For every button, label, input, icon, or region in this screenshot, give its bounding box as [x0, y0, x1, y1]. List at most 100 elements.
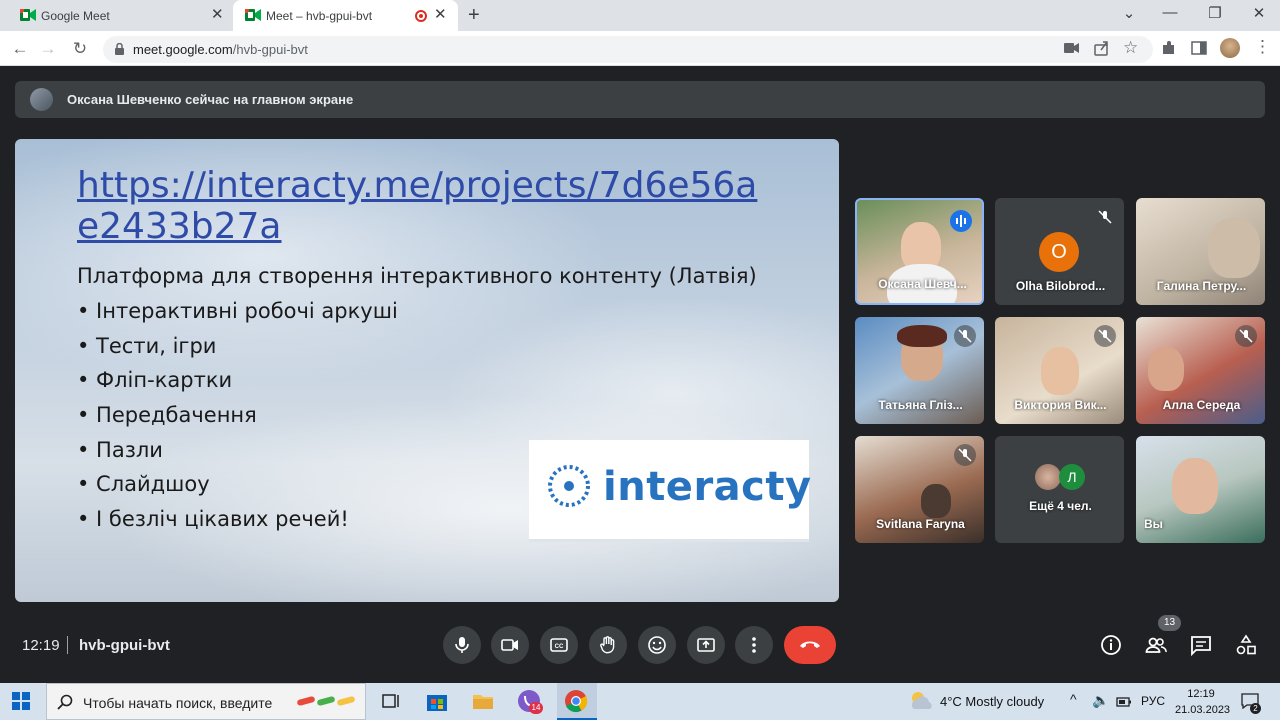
search-input: Чтобы начать поиск, введите: [83, 695, 273, 711]
close-window-icon[interactable]: ✕: [1247, 4, 1271, 22]
more-vert-icon: [752, 637, 756, 653]
participant-video: [1172, 458, 1218, 514]
new-tab-icon[interactable]: +: [468, 4, 480, 27]
weather-cloud-icon[interactable]: [908, 689, 936, 713]
participant-name: Татьяна Гліз...: [878, 398, 963, 412]
url-path: /hvb-gpui-bvt: [232, 42, 308, 57]
muted-mic-icon: [954, 325, 976, 347]
slide-bullet: • Пазли: [77, 438, 163, 462]
speaking-indicator-icon: [950, 210, 972, 232]
captions-button[interactable]: CC: [540, 626, 578, 664]
people-count-badge: 13: [1158, 615, 1181, 631]
url-host: meet.google.com: [133, 42, 233, 57]
side-panel-icon[interactable]: [1191, 40, 1207, 56]
captions-icon: CC: [550, 638, 568, 652]
slide-bullet: • І безліч цікавих речей!: [77, 507, 349, 531]
participant-tile[interactable]: O Olha Bilobrod...: [995, 198, 1124, 305]
participant-name: Ещё 4 чел.: [1029, 499, 1092, 513]
participant-name: Галина Петру...: [1156, 279, 1247, 293]
back-icon[interactable]: ←: [10, 40, 30, 58]
tab-meet-call[interactable]: Meet – hvb-gpui-bvt ✕: [233, 0, 458, 31]
participant-name: Olha Bilobrod...: [1015, 279, 1106, 293]
avatar: [30, 88, 53, 111]
participant-video: [1041, 347, 1079, 395]
chrome-icon[interactable]: [564, 689, 588, 713]
profile-avatar[interactable]: [1220, 38, 1240, 58]
taskbar-search[interactable]: Чтобы начать поиск, введите: [46, 683, 366, 720]
presentation-stage[interactable]: https://interacty.me/projects/7d6e56ae24…: [15, 139, 839, 602]
muted-mic-icon: [954, 444, 976, 466]
system-clock[interactable]: 12:19 21.03.2023: [1175, 686, 1230, 718]
present-button[interactable]: [687, 626, 725, 664]
leave-call-button[interactable]: [784, 626, 836, 664]
more-participants-tile[interactable]: Л Ещё 4 чел.: [995, 436, 1124, 543]
muted-mic-icon: [1235, 325, 1257, 347]
participant-tile[interactable]: Svitlana Faryna: [855, 436, 984, 543]
close-tab-icon[interactable]: ✕: [211, 7, 224, 23]
meeting-code: hvb-gpui-bvt: [79, 637, 170, 654]
raise-hand-button[interactable]: [589, 626, 627, 664]
participant-video: [1208, 218, 1260, 278]
share-icon[interactable]: [1094, 40, 1110, 56]
menu-kebab-icon[interactable]: ⋮: [1254, 37, 1271, 57]
tray-chevron-icon[interactable]: ^: [1070, 691, 1077, 707]
participant-tile[interactable]: Алла Середа: [1136, 317, 1265, 424]
windows-start-icon[interactable]: [12, 692, 30, 710]
slide-bullet: • Тести, ігри: [77, 334, 217, 358]
clock-time: 12:19: [1187, 688, 1215, 700]
battery-icon[interactable]: [1116, 695, 1132, 709]
address-bar[interactable]: meet.google.com/hvb-gpui-bvt: [103, 36, 1153, 63]
extensions-icon[interactable]: [1161, 40, 1177, 56]
people-icon[interactable]: [1145, 634, 1167, 656]
present-screen-icon: [697, 638, 715, 652]
reload-icon[interactable]: ↻: [70, 40, 90, 58]
file-explorer-icon[interactable]: [471, 689, 495, 713]
mic-icon: [455, 637, 469, 653]
participant-video: [921, 484, 951, 518]
banner-text: Оксана Шевченко сейчас на главном экране: [67, 92, 354, 107]
mic-button[interactable]: [443, 626, 481, 664]
browser-toolbar: ← → ↻ meet.google.com/hvb-gpui-bvt ☆ ⋮: [0, 31, 1280, 66]
meeting-info-icon[interactable]: [1100, 634, 1122, 656]
bookmark-star-icon[interactable]: ☆: [1123, 38, 1138, 58]
presenting-banner: Оксана Шевченко сейчас на главном экране: [15, 81, 1265, 118]
restore-icon[interactable]: ❐: [1203, 4, 1227, 22]
emoji-button[interactable]: [638, 626, 676, 664]
more-options-button[interactable]: [735, 626, 773, 664]
camera-permission-icon[interactable]: [1064, 41, 1080, 55]
participant-name: Алла Середа: [1162, 398, 1241, 412]
meet-favicon-icon: [20, 9, 36, 21]
interacty-logo-icon: [548, 465, 590, 507]
volume-icon[interactable]: 🔈: [1092, 692, 1109, 709]
camera-button[interactable]: [491, 626, 529, 664]
task-view-icon[interactable]: [379, 689, 403, 713]
activities-icon[interactable]: [1235, 634, 1257, 656]
interacty-logo: interacty: [529, 440, 812, 542]
participant-avatar: Л: [1059, 464, 1085, 490]
language-indicator[interactable]: РУС: [1141, 694, 1165, 708]
tab-search-icon[interactable]: ⌄: [1117, 4, 1141, 22]
tab-google-meet[interactable]: Google Meet ✕: [8, 0, 233, 31]
muted-mic-icon: [1094, 325, 1116, 347]
forward-icon[interactable]: →: [38, 40, 58, 58]
participant-tile[interactable]: Оксана Шевч...: [855, 198, 984, 305]
muted-mic-icon: [1094, 206, 1116, 228]
participant-tile[interactable]: Татьяна Гліз...: [855, 317, 984, 424]
participant-name: Svitlana Faryna: [876, 517, 965, 531]
self-tile[interactable]: Вы: [1136, 436, 1265, 543]
close-tab-icon[interactable]: ✕: [434, 7, 447, 23]
lock-icon: [115, 43, 124, 55]
logo-text: interacty: [603, 464, 812, 510]
participant-tile[interactable]: Галина Петру...: [1136, 198, 1265, 305]
windows-taskbar: Чтобы начать поиск, введите 14 4°C Mostl…: [0, 683, 1280, 720]
weather-text[interactable]: 4°C Mostly cloudy: [940, 694, 1044, 709]
slide-link[interactable]: https://interacty.me/projects/7d6e56ae24…: [77, 165, 777, 247]
store-icon[interactable]: [425, 689, 449, 713]
minimize-icon[interactable]: —: [1158, 4, 1182, 21]
participant-tile[interactable]: Виктория Вик...: [995, 317, 1124, 424]
viber-badge: 14: [529, 702, 543, 714]
chat-icon[interactable]: [1190, 634, 1212, 656]
recording-icon: [415, 10, 427, 22]
participant-video: [1148, 347, 1184, 391]
svg-text:CC: CC: [555, 644, 564, 650]
